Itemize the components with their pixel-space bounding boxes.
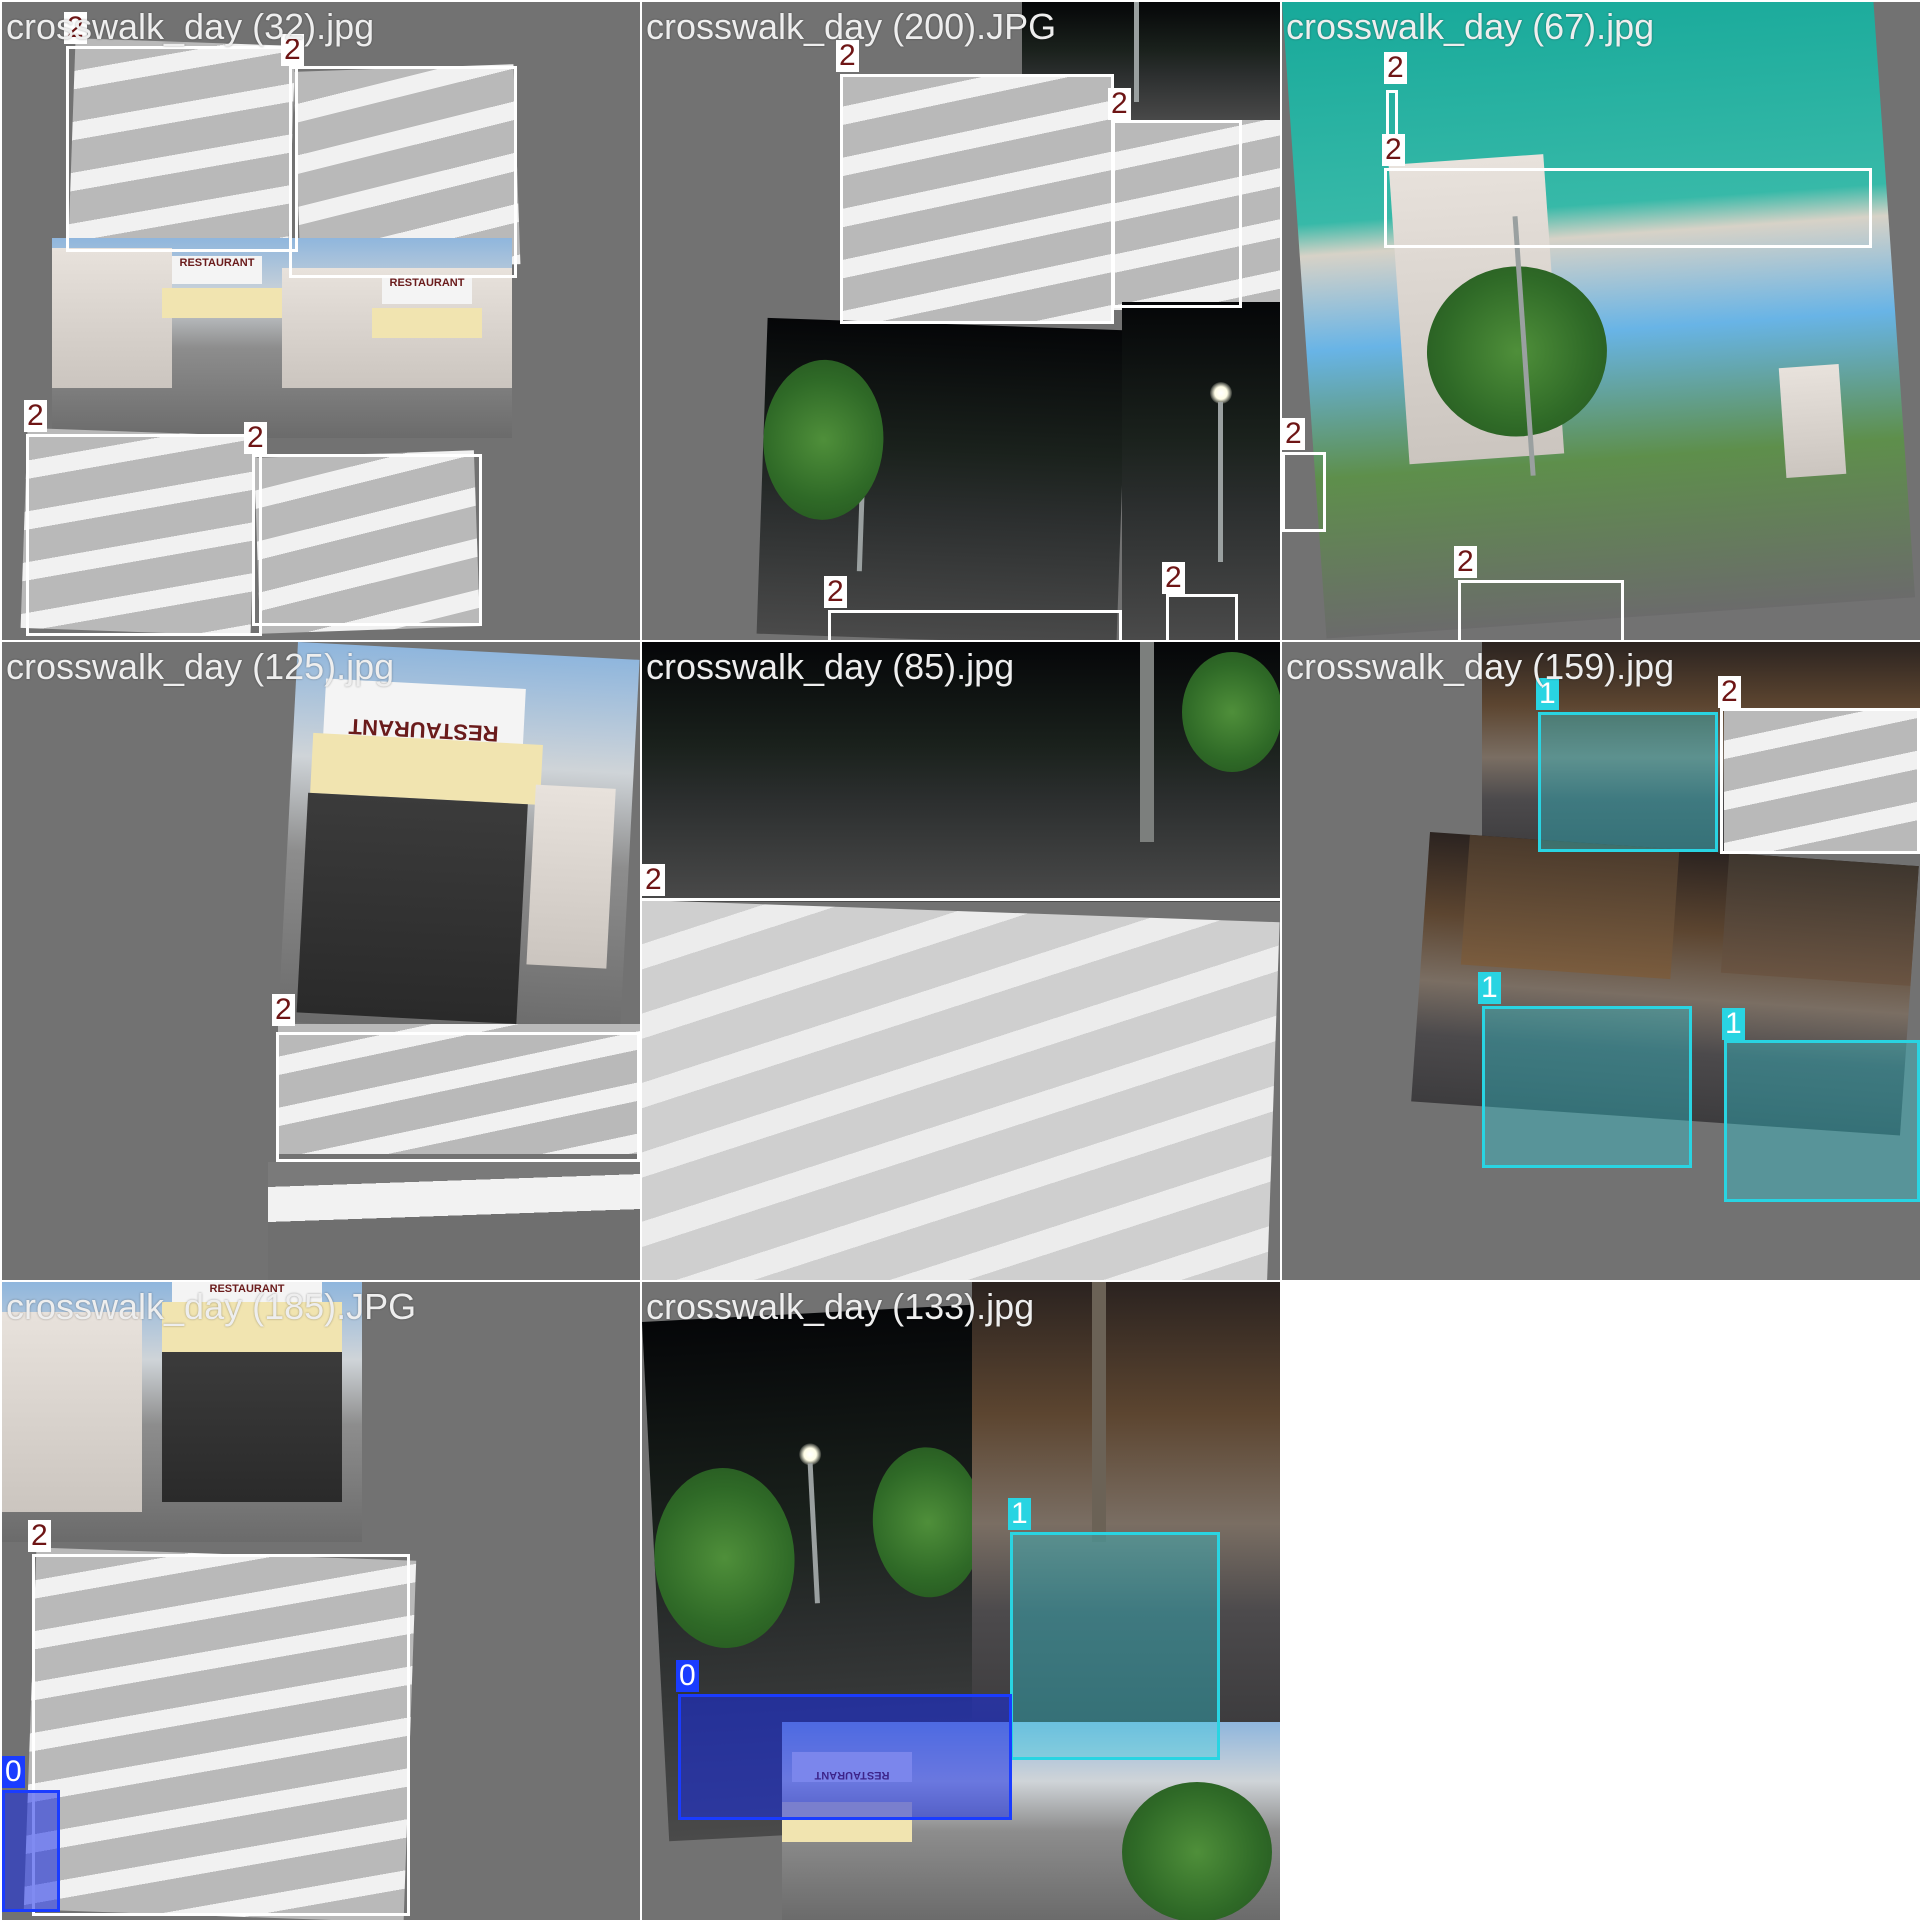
detection-box — [1538, 712, 1718, 852]
detection-box — [840, 74, 1114, 324]
detection-label: 1 — [1722, 1008, 1745, 1040]
building — [296, 792, 528, 1024]
tile-title: crosswalk_day (159).jpg — [1286, 646, 1675, 687]
tile-title: crosswalk_day (85).jpg — [646, 646, 1015, 687]
mosaic-tile-2: 2 2 2 2 crosswalk_day (200).JPG — [642, 2, 1280, 640]
detection-label: 1 — [1478, 972, 1501, 1004]
mosaic-tile-1: RESTAURANT RESTAURANT 2 2 2 2 crosswalk_… — [2, 2, 640, 640]
detection-box — [276, 1032, 640, 1162]
detection-box — [678, 1694, 1012, 1820]
detection-box — [828, 610, 1122, 640]
detection-label: 2 — [824, 576, 847, 608]
lamp-post — [1218, 402, 1223, 562]
mosaic-tile-4: RESTAURANT 2 crosswalk_day (125).jpg — [2, 642, 640, 1280]
detection-box — [289, 66, 517, 278]
detection-box — [642, 898, 1280, 906]
lamp-post — [1140, 642, 1154, 842]
tree — [1122, 1782, 1272, 1920]
building — [162, 1352, 342, 1502]
tile-photo: RESTAURANT — [278, 642, 640, 1040]
building — [52, 248, 172, 388]
detection-box — [1458, 580, 1624, 640]
tile-title: crosswalk_day (200).JPG — [646, 6, 1057, 47]
detection-label: 2 — [1162, 562, 1185, 594]
detection-label: 2 — [28, 1520, 51, 1552]
building — [526, 784, 616, 969]
building — [2, 1312, 142, 1512]
detection-label: 2 — [1382, 134, 1405, 166]
detection-label: 2 — [1454, 546, 1477, 578]
building — [1460, 834, 1680, 980]
detection-box — [2, 1790, 60, 1912]
detection-box — [252, 454, 482, 626]
building — [1720, 852, 1919, 986]
restaurant-sign: RESTAURANT — [172, 256, 262, 284]
street-lamp — [1210, 382, 1232, 404]
awning — [372, 308, 482, 338]
detection-box — [1720, 708, 1920, 854]
mosaic-tile-7: RESTAURANT 2 0 crosswalk_day (185).JPG — [2, 1282, 640, 1920]
tile-title: crosswalk_day (32).jpg — [6, 6, 375, 47]
tree — [649, 1464, 800, 1652]
tree — [869, 1444, 987, 1601]
detection-label: 2 — [1384, 52, 1407, 84]
tile-photo — [1282, 2, 1916, 639]
mosaic-tile-8: RESTAURANT 1 0 crosswalk_day (133).jpg — [642, 1282, 1280, 1920]
awning — [162, 288, 282, 318]
detection-label: 2 — [642, 864, 665, 896]
detection-box — [1010, 1532, 1220, 1760]
detection-label: 2 — [244, 422, 267, 454]
detection-label: 0 — [676, 1660, 699, 1692]
building — [1778, 364, 1847, 478]
detection-label: 0 — [2, 1756, 25, 1788]
mosaic-tile-6: 2 1 1 1 crosswalk_day (159).jpg — [1282, 642, 1920, 1280]
detection-box — [32, 1554, 410, 1916]
lamp-post — [807, 1463, 820, 1604]
empty-cell — [1282, 1282, 1920, 1920]
tile-title: crosswalk_day (185).JPG — [6, 1286, 417, 1327]
restaurant-sign: RESTAURANT — [382, 276, 472, 304]
tile-photo — [268, 1162, 640, 1280]
detection-box — [1724, 1040, 1920, 1202]
mosaic-tile-3: 2 2 2 2 crosswalk_day (67).jpg — [1282, 2, 1920, 640]
detection-label: 2 — [1282, 418, 1305, 450]
detection-label: 2 — [1108, 88, 1131, 120]
detection-box — [1282, 452, 1326, 532]
tree — [1182, 652, 1280, 772]
detection-label: 2 — [24, 400, 47, 432]
tree — [760, 357, 887, 522]
tile-photo — [642, 900, 1280, 1280]
tile-photo — [1122, 302, 1280, 640]
lamp-post — [1134, 2, 1139, 102]
detection-box — [26, 434, 262, 636]
detection-box — [1112, 120, 1242, 308]
detection-label: 1 — [1008, 1498, 1031, 1530]
detection-label: 2 — [272, 994, 295, 1026]
detection-box — [66, 46, 298, 252]
detection-box — [1166, 594, 1238, 640]
tile-title: crosswalk_day (125).jpg — [6, 646, 395, 687]
detection-label: 2 — [1718, 676, 1741, 708]
utility-pole — [1092, 1282, 1106, 1542]
tile-title: crosswalk_day (67).jpg — [1286, 6, 1655, 47]
mosaic-tile-5: 2 crosswalk_day (85).jpg — [642, 642, 1280, 1280]
tile-photo — [756, 317, 1128, 640]
detection-box — [1384, 168, 1872, 248]
tile-title: crosswalk_day (133).jpg — [646, 1286, 1035, 1327]
detection-box — [1482, 1006, 1692, 1168]
